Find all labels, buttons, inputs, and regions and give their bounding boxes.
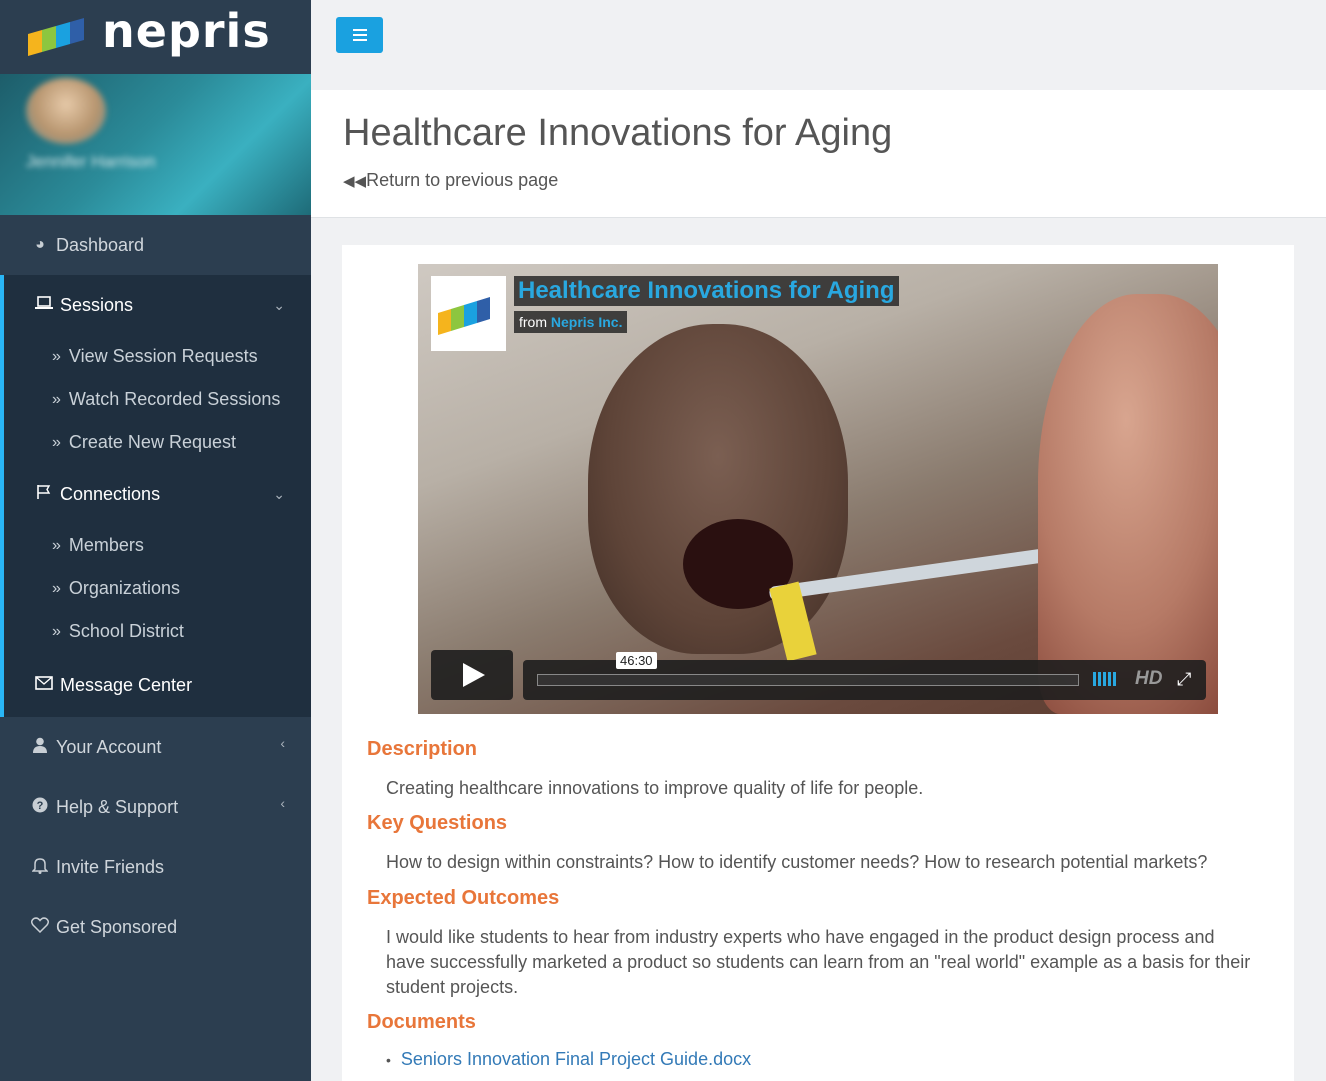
dashboard-icon: ◕ (35, 236, 45, 253)
description-text: Creating healthcare innovations to impro… (386, 778, 924, 798)
sidebar: nepris Jennifer Harrison ◕ Dashboard Ses… (0, 0, 311, 1081)
document-item[interactable]: • Seniors Innovation Final Project Guide.… (386, 1049, 751, 1070)
sidebar-item-label: Members (68, 535, 144, 555)
key-questions-heading: Key Questions (367, 812, 508, 834)
svg-text:?: ? (37, 800, 44, 812)
sidebar-item-message-center[interactable]: Message Center (4, 653, 311, 717)
sidebar-item-label: Your Account (56, 736, 162, 757)
description-heading: Description (367, 738, 478, 760)
bell-icon (30, 856, 50, 879)
backward-icon: ◀◀ (343, 173, 367, 190)
sidebar-item-sessions[interactable]: Sessions ⌄ (4, 275, 311, 335)
chevron-left-icon: ‹ (280, 735, 285, 751)
page-header: Healthcare Innovations for Aging ◀◀Retur… (311, 90, 1326, 218)
hd-toggle[interactable]: HD (1135, 668, 1162, 690)
expected-outcomes-heading: Expected Outcomes (367, 887, 560, 909)
double-chevron-right-icon: » (52, 390, 61, 408)
sidebar-item-members[interactable]: » Members (4, 524, 311, 567)
video-controls: 46:30 HD ⤢ (431, 650, 1206, 700)
video-byline: from Nepris Inc. (514, 311, 628, 333)
fullscreen-icon[interactable]: ⤢ (1177, 669, 1191, 690)
laptop-icon (34, 295, 54, 315)
video-duration: 46:30 (616, 652, 657, 669)
chevron-down-icon: ⌄ (273, 486, 285, 502)
sidebar-item-create-new-request[interactable]: » Create New Request (4, 421, 311, 464)
sidebar-item-label: School District (68, 621, 184, 641)
sidebar-item-organizations[interactable]: » Organizations (4, 567, 311, 610)
back-link-label: Return to previous page (366, 170, 559, 190)
user-icon (30, 737, 50, 758)
video-player[interactable]: Healthcare Innovations for Aging from Ne… (418, 264, 1218, 714)
sidebar-item-get-sponsored[interactable]: Get Sponsored (0, 897, 311, 957)
question-icon: ? (30, 797, 50, 818)
session-card: Healthcare Innovations for Aging from Ne… (342, 245, 1294, 1081)
envelope-icon (34, 675, 54, 695)
video-control-bar: 46:30 HD ⤢ (523, 652, 1206, 700)
double-chevron-right-icon: » (52, 536, 61, 554)
bullet-icon: • (386, 1052, 391, 1068)
double-chevron-right-icon: » (52, 347, 61, 365)
volume-icon[interactable] (1093, 672, 1116, 686)
play-icon (463, 663, 485, 687)
sidebar-nav: ◕ Dashboard Sessions ⌄ » View Session Re… (0, 215, 311, 957)
video-owner-link[interactable]: Nepris Inc. (551, 314, 623, 330)
video-logo[interactable] (431, 276, 506, 351)
sidebar-item-dashboard[interactable]: ◕ Dashboard (0, 215, 311, 275)
sidebar-item-label: Get Sponsored (56, 916, 178, 937)
user-profile[interactable]: Jennifer Harrison (0, 74, 311, 215)
expected-outcomes-text: I would like students to hear from indus… (386, 927, 1251, 997)
hamburger-icon (352, 29, 367, 31)
documents-heading: Documents (367, 1011, 476, 1033)
profile-name: Jennifer Harrison (26, 152, 156, 171)
menu-toggle-button[interactable] (336, 17, 383, 53)
sidebar-item-watch-recorded-sessions[interactable]: » Watch Recorded Sessions (4, 378, 311, 421)
flag-icon (34, 484, 54, 505)
double-chevron-right-icon: » (52, 579, 61, 597)
sidebar-active-group: Sessions ⌄ » View Session Requests » Wat… (0, 275, 311, 717)
nepris-logo-icon (437, 296, 490, 335)
sidebar-item-label: Connections (60, 483, 161, 504)
sidebar-item-school-district[interactable]: » School District (4, 610, 311, 653)
sidebar-item-your-account[interactable]: Your Account ‹ (0, 717, 311, 777)
double-chevron-right-icon: » (52, 433, 61, 451)
sidebar-item-connections[interactable]: Connections ⌄ (4, 464, 311, 524)
sidebar-item-view-session-requests[interactable]: » View Session Requests (4, 335, 311, 378)
sidebar-item-invite-friends[interactable]: Invite Friends (0, 837, 311, 897)
avatar[interactable] (26, 78, 106, 144)
video-progress-bar[interactable] (537, 674, 1079, 686)
nepris-logo-icon (28, 18, 84, 56)
back-link[interactable]: ◀◀Return to previous page (343, 170, 558, 191)
document-link[interactable]: Seniors Innovation Final Project Guide.d… (401, 1049, 751, 1069)
sidebar-item-label: Sessions (60, 294, 134, 315)
video-title[interactable]: Healthcare Innovations for Aging (514, 276, 899, 306)
chevron-left-icon: ‹ (280, 795, 285, 811)
brand-name: nepris (102, 4, 271, 58)
key-questions-text: How to design within constraints? How to… (386, 852, 1208, 872)
double-chevron-right-icon: » (52, 622, 61, 640)
sidebar-item-label: View Session Requests (68, 346, 258, 366)
sidebar-item-label: Invite Friends (56, 856, 165, 877)
sidebar-item-label: Organizations (68, 578, 180, 598)
main-content: Healthcare Innovations for Aging from Ne… (311, 218, 1326, 1081)
heart-icon (30, 916, 50, 938)
brand[interactable]: nepris (0, 0, 311, 74)
sidebar-item-label: Help & Support (56, 796, 179, 817)
play-button[interactable] (431, 650, 513, 700)
top-bar (311, 0, 1326, 83)
sidebar-item-label: Message Center (60, 674, 193, 695)
chevron-down-icon: ⌄ (273, 297, 285, 313)
sidebar-item-label: Create New Request (68, 432, 236, 452)
sidebar-item-label: Dashboard (56, 234, 145, 255)
sidebar-item-help-support[interactable]: ? Help & Support ‹ (0, 777, 311, 837)
sidebar-item-label: Watch Recorded Sessions (68, 389, 281, 409)
page-title: Healthcare Innovations for Aging (343, 112, 893, 154)
